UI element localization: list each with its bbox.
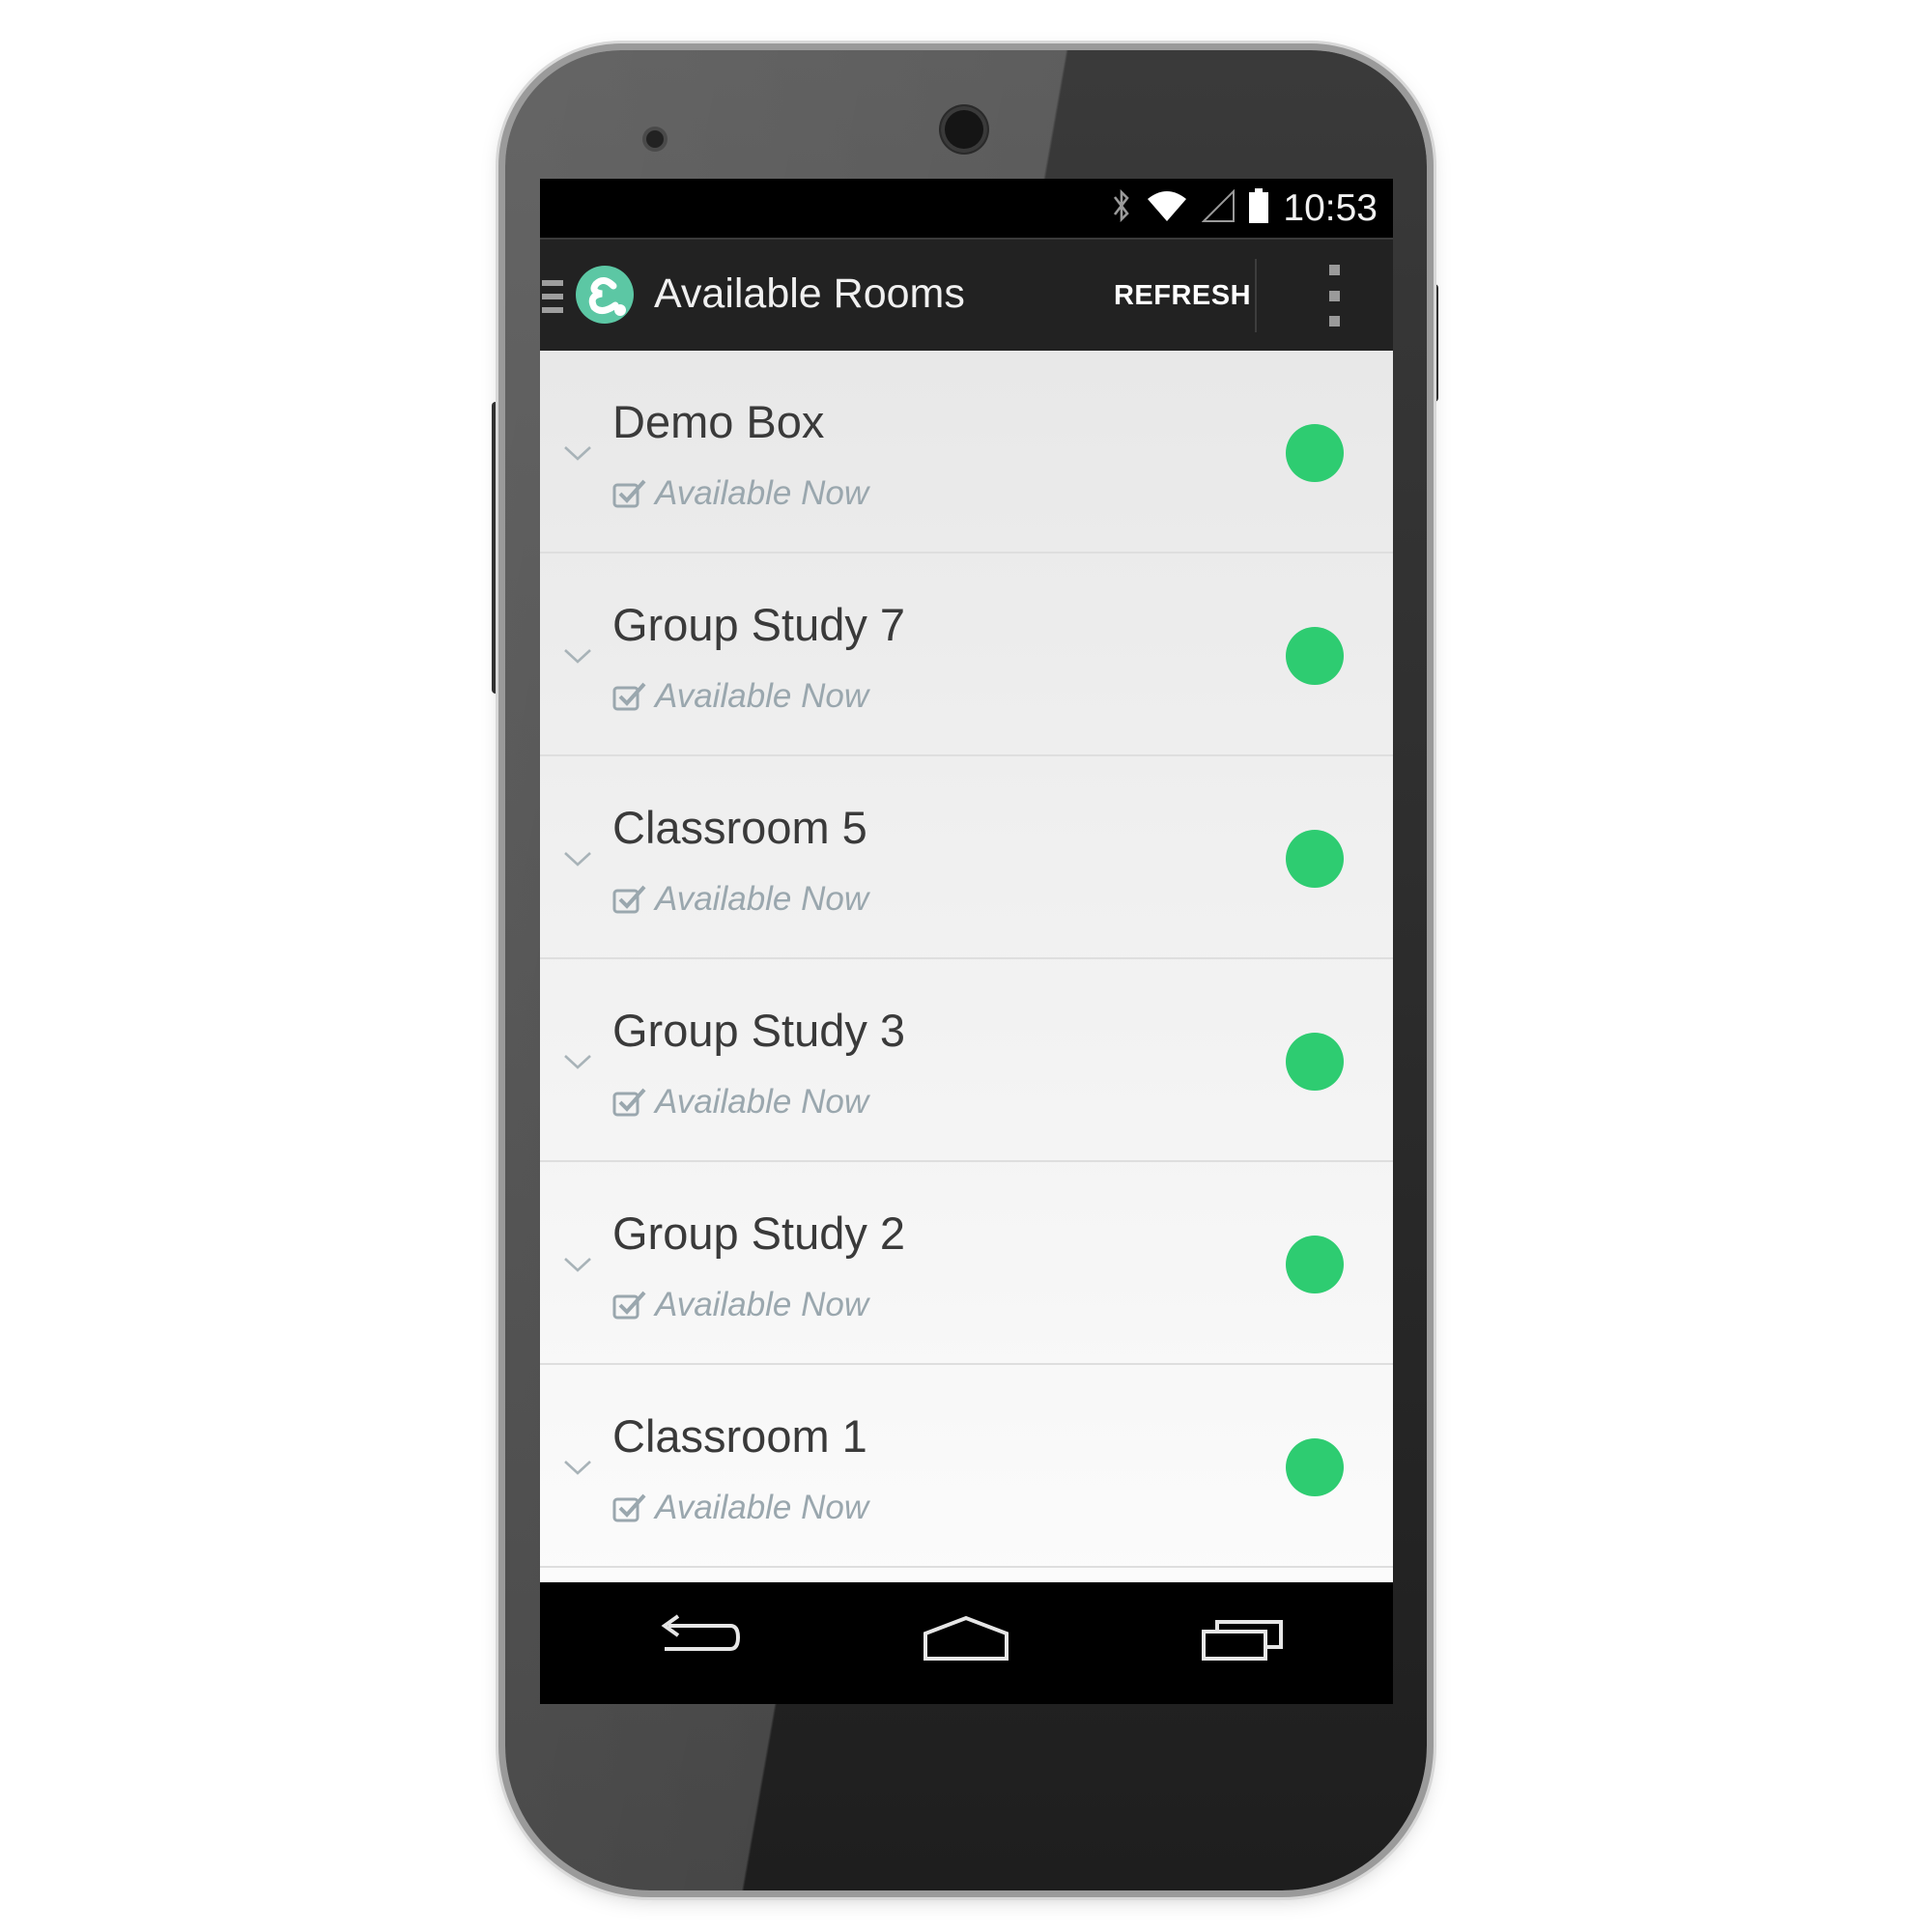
status-bar: 10:53 xyxy=(540,179,1393,238)
room-name: Group Study 3 xyxy=(612,1005,906,1056)
back-icon[interactable] xyxy=(650,1611,743,1665)
checkbox-checked-icon xyxy=(612,883,647,916)
room-status-text: Available Now xyxy=(655,677,869,715)
proximity-sensor xyxy=(646,130,664,148)
room-item[interactable]: Classroom 5 Available Now xyxy=(540,756,1393,959)
wifi-icon xyxy=(1146,189,1188,227)
room-status: Available Now xyxy=(612,1489,868,1527)
room-status-text: Available Now xyxy=(655,1083,869,1121)
screen: 10:53 Available Rooms REFRESH Demo Box Av… xyxy=(540,179,1393,1704)
room-item[interactable]: Group Study 3 Available Now xyxy=(540,959,1393,1162)
page-title: Available Rooms xyxy=(654,270,965,317)
availability-indicator xyxy=(1286,424,1344,482)
front-camera xyxy=(941,106,987,153)
bluetooth-icon xyxy=(1111,187,1132,229)
room-item[interactable]: Demo Box Available Now xyxy=(540,351,1393,554)
app-logo-icon[interactable] xyxy=(575,265,635,325)
room-status-text: Available Now xyxy=(655,1286,869,1323)
room-name: Demo Box xyxy=(612,396,825,447)
menu-icon[interactable] xyxy=(542,280,563,313)
chevron-down-icon[interactable] xyxy=(563,1460,592,1477)
chevron-down-icon[interactable] xyxy=(563,1054,592,1071)
chevron-down-icon[interactable] xyxy=(563,648,592,666)
power-button xyxy=(1427,284,1438,402)
room-status: Available Now xyxy=(612,880,868,919)
signal-icon xyxy=(1201,188,1236,227)
room-name: Group Study 7 xyxy=(612,599,906,650)
availability-indicator xyxy=(1286,1236,1344,1293)
chevron-down-icon[interactable] xyxy=(563,1257,592,1274)
availability-indicator xyxy=(1286,1438,1344,1496)
checkbox-checked-icon xyxy=(612,680,647,713)
room-name: Group Study 2 xyxy=(612,1208,906,1259)
room-status: Available Now xyxy=(612,1083,868,1122)
availability-indicator xyxy=(1286,627,1344,685)
clock: 10:53 xyxy=(1283,186,1378,229)
room-item[interactable]: Group Study 7 Available Now xyxy=(540,554,1393,756)
room-item[interactable]: Classroom 1 Available Now xyxy=(540,1365,1393,1568)
recents-icon[interactable] xyxy=(1197,1611,1290,1665)
navigation-bar xyxy=(540,1582,1393,1704)
checkbox-checked-icon xyxy=(612,477,647,510)
availability-indicator xyxy=(1286,1033,1344,1091)
chevron-down-icon[interactable] xyxy=(563,851,592,868)
room-status: Available Now xyxy=(612,677,868,716)
room-name: Classroom 1 xyxy=(612,1410,867,1462)
overflow-menu-icon[interactable] xyxy=(1313,265,1355,327)
room-status: Available Now xyxy=(612,1286,868,1324)
checkbox-checked-icon xyxy=(612,1492,647,1524)
status-icons: 10:53 xyxy=(1111,179,1378,238)
room-name: Classroom 5 xyxy=(612,802,867,853)
home-icon[interactable] xyxy=(920,1611,1012,1665)
checkbox-checked-icon xyxy=(612,1086,647,1119)
action-bar: Available Rooms REFRESH xyxy=(540,238,1393,351)
chevron-down-icon[interactable] xyxy=(563,445,592,463)
room-status-text: Available Now xyxy=(655,474,869,512)
room-status-text: Available Now xyxy=(655,1489,869,1526)
checkbox-checked-icon xyxy=(612,1289,647,1321)
battery-icon xyxy=(1248,187,1269,229)
availability-indicator xyxy=(1286,830,1344,888)
room-status-text: Available Now xyxy=(655,880,869,918)
room-item[interactable]: Group Study 2 Available Now xyxy=(540,1162,1393,1365)
room-status: Available Now xyxy=(612,474,868,513)
room-list: Demo Box Available Now Group Study 7 Availa… xyxy=(540,351,1393,1582)
refresh-button[interactable]: REFRESH xyxy=(1110,259,1257,332)
volume-button xyxy=(492,402,505,694)
